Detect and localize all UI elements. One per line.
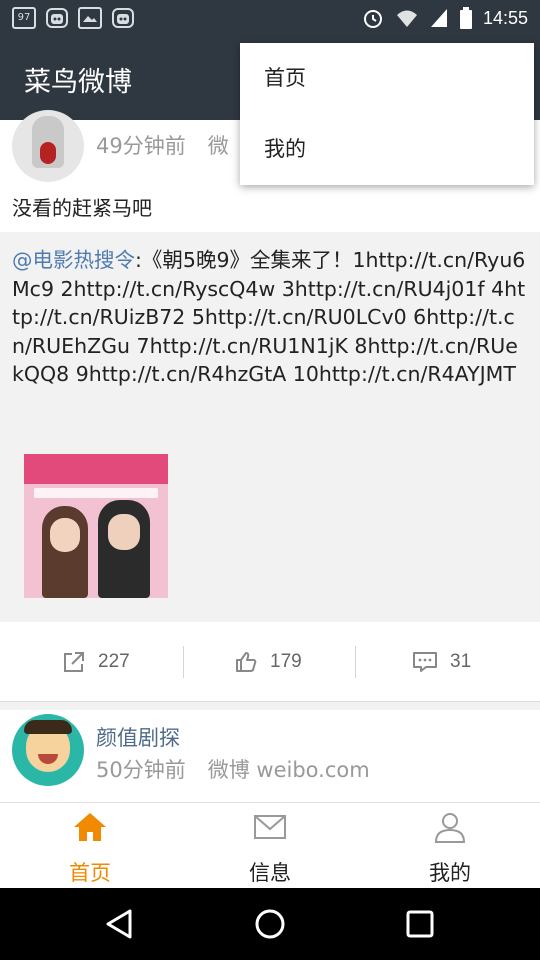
post-meta: 50分钟前 微博 weibo.com [96, 754, 370, 784]
poster-face-right [108, 514, 140, 550]
signal-icon [430, 9, 447, 27]
poster-banner [24, 454, 168, 484]
avatar-hair [24, 720, 72, 734]
nav-label-home: 首页 [69, 861, 111, 885]
post-action-bar: 227 179 31 [0, 622, 540, 702]
post-meta: 49分钟前微 [96, 130, 229, 160]
nav-tab-messages[interactable]: 信息 [180, 803, 360, 889]
home-button-icon[interactable] [252, 906, 288, 942]
thumbs-up-icon [236, 652, 257, 672]
app-title: 菜鸟微博 [24, 67, 132, 98]
wifi-icon [396, 10, 417, 27]
repost-count: 227 [98, 651, 130, 672]
nav-label-mine: 我的 [429, 861, 471, 885]
home-icon [74, 813, 106, 841]
nav-tab-mine[interactable]: 我的 [360, 803, 540, 889]
action-divider [183, 646, 184, 678]
image-icon [78, 7, 102, 29]
post-time: 49分钟前 [96, 134, 186, 158]
post-time: 50分钟前 [96, 758, 186, 782]
post-text: 没看的赶紧马吧 [12, 196, 152, 220]
mention-link[interactable]: @电影热搜令 [12, 248, 135, 272]
menu-item-home[interactable]: 首页 [240, 43, 534, 114]
robot-icon [112, 8, 134, 28]
post-source: 微博 weibo.com [207, 758, 370, 782]
repost-text: @电影热搜令:《朝5晚9》全集来了！1http://t.cn/Ryu6Mc9 2… [12, 246, 528, 389]
avatar[interactable] [12, 110, 84, 182]
weibo-app-screen: 97 14:55 菜鸟微博 首页 我的 49分钟前 微 没看的赶紧马吧 @电影热… [0, 0, 540, 960]
post-source: 微 [207, 134, 229, 158]
comment-icon [413, 652, 437, 672]
post-author-name[interactable]: 颜值剧探 [96, 722, 180, 752]
repost-button[interactable]: 227 [62, 622, 130, 702]
robot-icon [46, 8, 68, 28]
like-count: 179 [270, 651, 302, 672]
feed-post[interactable]: 颜值剧探 50分钟前 微博 weibo.com [0, 702, 540, 802]
alarm-icon [363, 10, 382, 28]
back-icon[interactable] [102, 906, 138, 942]
action-divider [355, 646, 356, 678]
nav-label-messages: 信息 [249, 861, 291, 885]
battery-icon [459, 7, 472, 29]
bottom-nav: 首页 信息 我的 [0, 802, 540, 888]
feed-post[interactable]: 49分钟前微 没看的赶紧马吧 @电影热搜令:《朝5晚9》全集来了！1http:/… [0, 110, 540, 630]
like-button[interactable]: 179 [234, 622, 302, 702]
poster-face-left [50, 518, 80, 552]
recents-icon[interactable] [402, 906, 438, 942]
reposted-content[interactable]: @电影热搜令:《朝5晚9》全集来了！1http://t.cn/Ryu6Mc9 2… [0, 232, 540, 630]
notification-97-icon: 97 [12, 7, 36, 29]
status-bar-right: 14:55 [361, 6, 528, 30]
person-icon [434, 813, 466, 843]
system-nav-bar [0, 888, 540, 960]
comment-count: 31 [450, 651, 472, 672]
avatar[interactable] [12, 714, 84, 786]
status-time: 14:55 [482, 7, 528, 28]
post-image[interactable] [24, 454, 168, 598]
comment-button[interactable]: 31 [412, 622, 471, 702]
status-bar-left-icons: 97 [12, 7, 134, 29]
poster-subtitle-strip [34, 488, 158, 498]
overflow-menu: 首页 我的 [240, 43, 534, 185]
nav-tab-home[interactable]: 首页 [0, 803, 180, 889]
menu-item-mine[interactable]: 我的 [240, 114, 534, 185]
mail-icon [254, 815, 286, 839]
share-icon [64, 652, 84, 672]
status-bar: 97 14:55 [0, 0, 540, 38]
avatar-mouth [40, 142, 56, 164]
